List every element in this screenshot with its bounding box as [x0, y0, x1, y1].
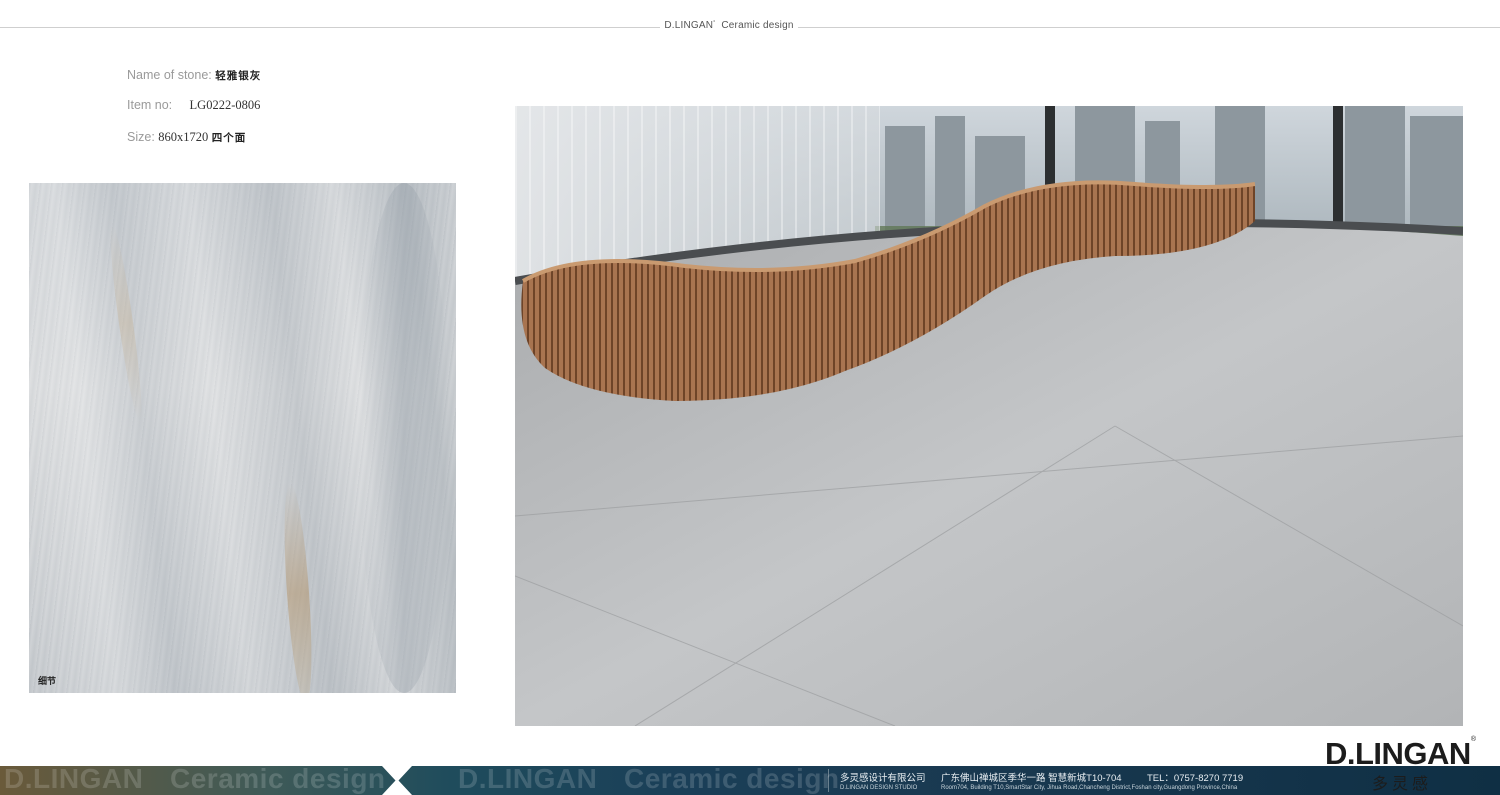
footer-address-en: Room704, Building T10,SmartStar City, Ji… — [941, 785, 1238, 791]
brand-logo-chinese: 多灵感 — [1372, 776, 1433, 793]
footer-studio: D.LINGAN DESIGN STUDIO — [840, 785, 918, 791]
room-render-image — [515, 106, 1463, 726]
stone-vein — [105, 222, 147, 424]
spec-size-row: Size: 860x1720 四个面 — [127, 130, 246, 145]
spec-size-note: 四个面 — [211, 132, 247, 144]
spec-size-label: Size: — [127, 130, 155, 144]
stone-sample-image: 细节 — [29, 183, 456, 693]
stone-vein — [279, 482, 317, 693]
stone-vein — [359, 183, 449, 693]
spec-item-row: Item no: LG0222-0806 — [127, 98, 260, 113]
footer-company: 多灵感设计有限公司 — [840, 773, 926, 784]
spec-item-label: Item no: — [127, 98, 173, 112]
footer-ghost-brand: D.LINGAN — [4, 766, 144, 794]
header-brand-name: D.LINGAN — [664, 20, 714, 31]
spec-item-value: LG0222-0806 — [189, 98, 261, 112]
spec-size-value: 860x1720 — [158, 130, 209, 144]
header-subtitle: Ceramic design — [721, 20, 794, 31]
footer-notch — [382, 766, 412, 795]
footer-band: D.LINGAN Ceramic design D.LINGAN Ceramic… — [0, 766, 1500, 795]
footer-ghost-tagline: Ceramic design — [170, 766, 386, 794]
footer-ghost-tagline: Ceramic design — [624, 766, 840, 794]
sample-detail-label: 细节 — [38, 676, 57, 686]
header-brand: D.LINGAN° Ceramic design — [660, 20, 798, 31]
room-render-illustration — [515, 106, 1463, 726]
footer-tel: TEL：0757-8270 7719 — [1147, 773, 1244, 784]
header-rule-left — [0, 27, 660, 28]
spec-name-label: Name of stone: — [127, 68, 212, 82]
header-rule-right — [798, 27, 1500, 28]
footer-ghost-brand: D.LINGAN — [458, 766, 598, 794]
footer-divider — [828, 769, 829, 792]
spec-name-row: Name of stone: 轻雅银灰 — [127, 68, 261, 83]
header-brand-mark: ° — [713, 20, 716, 26]
spec-name-value: 轻雅银灰 — [215, 70, 262, 82]
footer-address: 广东佛山禅城区季华一路 智慧新城T10-704 — [941, 773, 1122, 784]
brand-logo-mark: ® — [1470, 736, 1476, 743]
